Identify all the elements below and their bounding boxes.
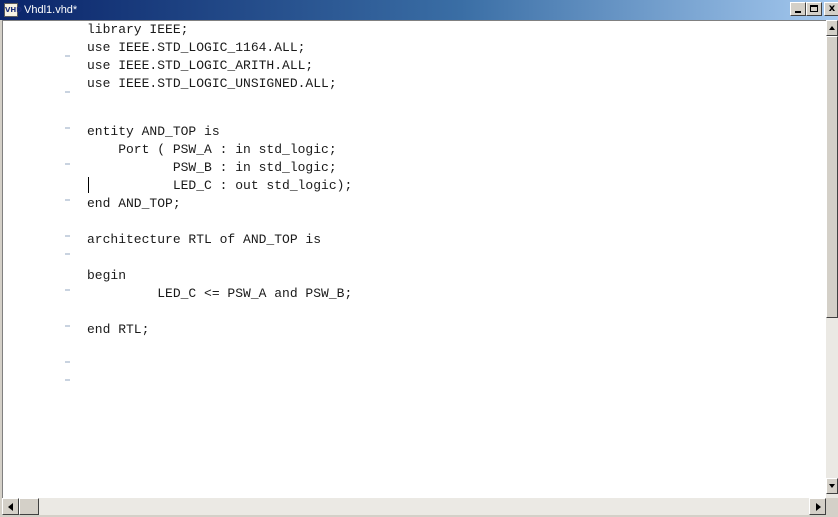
code-line[interactable]: end RTL; [87,321,149,339]
vhdl-file-icon[interactable]: VHD [4,3,22,17]
line-marker [65,199,70,201]
vertical-scroll-thumb[interactable] [826,36,838,318]
line-marker [65,361,70,363]
code-line[interactable]: LED_C : out std_logic); [87,177,352,195]
code-line[interactable]: LED_C <= PSW_A and PSW_B; [87,285,352,303]
horizontal-scroll-thumb[interactable] [19,498,39,515]
scroll-left-button[interactable] [2,498,19,515]
code-line[interactable]: use IEEE.STD_LOGIC_UNSIGNED.ALL; [87,75,337,93]
code-line[interactable]: begin [87,267,126,285]
close-button[interactable]: x [824,2,838,16]
maximize-button[interactable] [806,2,822,16]
line-marker [65,253,70,255]
code-line[interactable]: end AND_TOP; [87,195,181,213]
arrow-down-icon [829,484,835,488]
line-marker [65,163,70,165]
scroll-right-button[interactable] [809,498,826,515]
line-marker [65,55,70,57]
arrow-up-icon [829,26,835,30]
code-line[interactable]: use IEEE.STD_LOGIC_ARITH.ALL; [87,57,313,75]
scroll-down-button[interactable] [826,478,838,494]
horizontal-scrollbar[interactable] [2,498,826,515]
size-grip[interactable] [826,498,838,517]
line-marker [65,379,70,381]
title-bar[interactable]: VHD Vhdl1.vhd* x [0,0,838,20]
arrow-right-icon [816,503,821,511]
code-line[interactable]: Port ( PSW_A : in std_logic; [87,141,336,159]
code-line[interactable]: library IEEE; [87,21,188,39]
editor-window: VHD Vhdl1.vhd* x library IEEE; use IEEE.… [0,0,838,517]
arrow-left-icon [8,503,13,511]
vertical-scrollbar[interactable] [826,20,838,498]
line-marker [65,325,70,327]
code-line[interactable]: use IEEE.STD_LOGIC_1164.ALL; [87,39,305,57]
code-line[interactable]: entity AND_TOP is [87,123,220,141]
code-line[interactable]: architecture RTL of AND_TOP is [87,231,321,249]
text-cursor [88,177,89,193]
scroll-up-button[interactable] [826,20,838,36]
window-title: Vhdl1.vhd* [24,4,78,16]
line-marker [65,235,70,237]
line-marker [65,127,70,129]
line-marker [65,91,70,93]
minimize-button[interactable] [790,2,806,16]
line-marker [65,289,70,291]
code-line[interactable]: PSW_B : in std_logic; [87,159,337,177]
code-editor[interactable]: library IEEE; use IEEE.STD_LOGIC_1164.AL… [2,20,826,498]
